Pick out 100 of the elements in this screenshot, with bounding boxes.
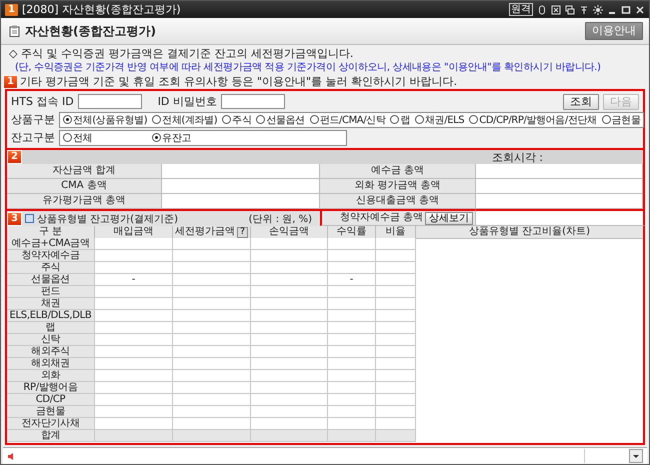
table-cell <box>376 334 416 346</box>
table-cell <box>328 286 376 298</box>
help-button[interactable]: ? <box>237 226 248 238</box>
detail-button[interactable]: 상세보기 <box>425 212 473 224</box>
table-cell <box>376 346 416 358</box>
summary-label: 신용대출금액 총액 <box>320 194 476 209</box>
table-cell <box>328 310 376 322</box>
radio-option[interactable]: 전체(상품유형별) <box>63 112 148 126</box>
table-cell <box>376 286 416 298</box>
table-cell <box>328 322 376 334</box>
table-cell <box>376 274 416 286</box>
table-cell <box>376 250 416 262</box>
maximize-icon[interactable] <box>621 4 631 14</box>
radio-option[interactable]: 채권/ELS <box>415 112 464 126</box>
field-label: HTS 접속 ID <box>11 94 74 109</box>
row-label: 청약자예수금 <box>7 250 95 262</box>
query-button[interactable]: 조회 <box>563 94 599 110</box>
summary-label: 자산금액 합계 <box>7 164 162 179</box>
summary-label: 청약자예수금 총액 <box>340 211 423 225</box>
speaker-icon <box>7 452 16 460</box>
column-header: 수익률 <box>328 226 376 239</box>
table-cell <box>376 418 416 430</box>
panel-title: 자산현황(종합잔고평가) <box>25 22 157 40</box>
row-label: ELS,ELB/DLS,DLB <box>7 310 95 322</box>
dropdown-icon[interactable] <box>629 449 643 463</box>
table-cell <box>328 334 376 346</box>
windows-icon[interactable] <box>565 4 575 14</box>
notice-text: 기타 평가금액 기준 및 휴일 조회 유의사항 등은 "이용안내"를 눌러 확인하시기 바랍니다. <box>20 76 458 88</box>
section-badge: 2 <box>7 150 22 164</box>
column-header: 비율 <box>376 226 416 239</box>
row-label: 합계 <box>7 430 95 442</box>
table-cell <box>328 346 376 358</box>
table-cell <box>376 370 416 382</box>
clipboard-icon <box>9 25 20 37</box>
row-label: 주식 <box>7 262 95 274</box>
table-cell <box>376 310 416 322</box>
table-cell <box>328 262 376 274</box>
row-label: RP/발행어음 <box>7 382 95 394</box>
section-badge: 3 <box>7 212 22 226</box>
close-icon[interactable] <box>635 4 645 14</box>
table-cell <box>328 418 376 430</box>
radio-option[interactable]: 펀드/CMA/신탁 <box>310 112 386 126</box>
field-label: ID 비밀번호 <box>158 94 217 109</box>
radio-option[interactable]: 주식 <box>222 112 252 126</box>
table-cell: - <box>95 274 173 286</box>
radio-option[interactable]: 랩 <box>390 112 410 126</box>
id-field[interactable] <box>78 94 142 109</box>
filter-label: 잔고구분 <box>11 130 55 145</box>
row-label: 랩 <box>7 322 95 334</box>
radio-option[interactable]: 전체(계좌별) <box>152 112 218 126</box>
password-field[interactable] <box>220 94 285 109</box>
chart-icon <box>25 214 34 223</box>
row-label: 펀드 <box>7 286 95 298</box>
notice-text: ◇ 주식 및 수익증권 평가금액은 결제기준 잔고의 세전평가금액입니다. <box>9 48 354 60</box>
chart-title: 상품유형별 잔고비율(차트) <box>416 226 643 239</box>
table-cell <box>328 250 376 262</box>
column-header: 구 분 <box>7 226 95 239</box>
window-title: [2080] 자산현황(종합잔고평가) <box>22 2 182 17</box>
section-badge: 1 <box>3 75 18 89</box>
row-label: 해외주식 <box>7 346 95 358</box>
table-cell <box>328 406 376 418</box>
mouse-icon[interactable] <box>537 4 547 14</box>
table-cell <box>376 322 416 334</box>
column-header: 손익금액 <box>251 226 328 239</box>
row-label: 외화 <box>7 370 95 382</box>
table-cell: - <box>328 274 376 286</box>
table-cell <box>328 430 376 442</box>
radio-option[interactable]: CD/CP/RP/발행어음/전단채 <box>469 112 597 126</box>
row-label: 채권 <box>7 298 95 310</box>
column-header: 매입금액 <box>95 226 173 239</box>
table-cell <box>328 298 376 310</box>
table-cell <box>376 394 416 406</box>
section-title: 상품유형별 잔고평가(결제기준) <box>37 212 178 226</box>
box-icon[interactable] <box>551 4 561 14</box>
column-title: 세전평가금액 <box>175 226 236 238</box>
table-cell <box>376 262 416 274</box>
pin-icon[interactable] <box>579 4 589 14</box>
summary-label: 유가평가금액 총액 <box>7 194 162 209</box>
radio-option[interactable]: 금현물 <box>602 112 640 126</box>
row-label: 해외채권 <box>7 358 95 370</box>
filter-label: 상품구분 <box>11 112 55 127</box>
remote-button[interactable]: 원격 <box>509 3 533 16</box>
table-cell <box>376 430 416 442</box>
sun-icon[interactable] <box>593 4 603 14</box>
app-badge: 1 <box>5 4 18 16</box>
row-label: 전자단기사채 <box>7 418 95 430</box>
radio-option[interactable]: 전체 <box>63 130 92 144</box>
table-cell <box>328 394 376 406</box>
row-label: 예수금+CMA금액 <box>7 238 95 250</box>
table-cell <box>376 238 416 250</box>
table-cell <box>328 358 376 370</box>
radio-option[interactable]: 유잔고 <box>152 130 192 144</box>
radio-option[interactable]: 선물옵션 <box>256 112 305 126</box>
row-label: CD/CP <box>7 394 95 406</box>
query-time-label: 조회시각 : <box>492 150 543 164</box>
summary-label: 예수금 총액 <box>320 164 476 179</box>
table-cell <box>376 382 416 394</box>
unit-label: (단위 : 원, %) <box>248 212 312 226</box>
table-cell <box>328 370 376 382</box>
table-cell <box>328 382 376 394</box>
